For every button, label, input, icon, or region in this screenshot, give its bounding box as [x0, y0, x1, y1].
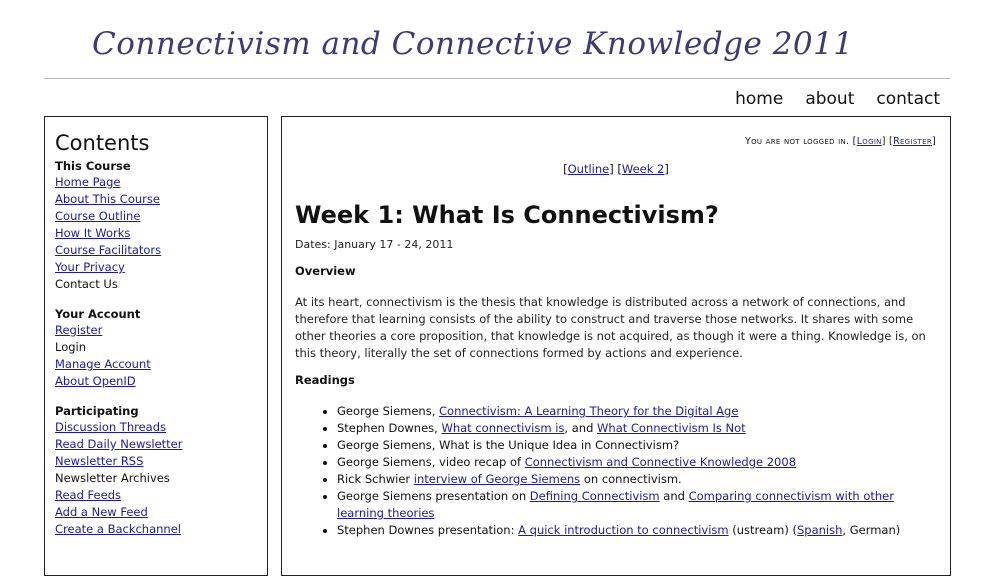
register-link[interactable]: Register: [893, 136, 932, 147]
nav-home-link[interactable]: home: [735, 89, 783, 109]
reading-text: George Siemens, What is the Unique Idea …: [337, 438, 680, 452]
overview-text: At its heart, connectivism is the thesis…: [295, 295, 926, 360]
reading-text: George Siemens presentation on: [337, 489, 530, 503]
sidebar-item-label[interactable]: About This Course: [55, 192, 160, 206]
sidebar-list: Register Login Manage Account About OpenID: [55, 322, 267, 390]
sidebar-item-label[interactable]: Your Privacy: [55, 260, 125, 274]
week-2-link[interactable]: Week 2: [622, 162, 664, 176]
sidebar-item-read-feeds[interactable]: Read Feeds: [55, 487, 267, 504]
sidebar-section-participating: Participating Discussion Threads Read Dail…: [55, 404, 267, 538]
contents-sidebar: Contents This Course Home Page About This …: [44, 116, 268, 576]
sidebar-item-home-page[interactable]: Home Page: [55, 174, 267, 191]
sidebar-item-about-this-course[interactable]: About This Course: [55, 191, 267, 208]
sidebar-item-newsletter-rss[interactable]: Newsletter RSS: [55, 453, 267, 470]
reading-text: George Siemens, video recap of: [337, 455, 525, 469]
reading-text: Stephen Downes presentation:: [337, 523, 519, 537]
reading-text: and: [659, 489, 689, 503]
sidebar-item-label[interactable]: Course Outline: [55, 209, 140, 223]
sidebar-item-course-facilitators[interactable]: Course Facilitators: [55, 242, 267, 259]
nav-about-link[interactable]: about: [805, 89, 854, 109]
sidebar-item-label[interactable]: Read Feeds: [55, 488, 121, 502]
sidebar-item-label: Newsletter Archives: [55, 471, 170, 485]
site-title: Connectivism and Connective Knowledge 20…: [92, 26, 854, 62]
sidebar-item-label[interactable]: About OpenID: [55, 374, 136, 388]
sidebar-item-newsletter-archives: Newsletter Archives: [55, 470, 267, 487]
reading-item: George Siemens, What is the Unique Idea …: [337, 437, 937, 454]
sidebar-item-discussion-threads[interactable]: Discussion Threads: [55, 419, 267, 436]
reading-text: Stephen Downes,: [337, 421, 442, 435]
reading-link[interactable]: A quick introduction to connectivism: [518, 523, 728, 537]
sidebar-item-label: Contact Us: [55, 277, 118, 291]
sidebar-heading: Contents: [55, 131, 150, 155]
reading-item: George Siemens presentation on Defining …: [337, 488, 937, 522]
reading-text: (ustream) (: [728, 523, 797, 537]
sidebar-item-how-it-works[interactable]: How It Works: [55, 225, 267, 242]
reading-item: George Siemens, Connectivism: A Learning…: [337, 403, 937, 420]
top-nav: home about contact: [735, 89, 940, 109]
sidebar-item-label[interactable]: Home Page: [55, 175, 120, 189]
sidebar-item-register[interactable]: Register: [55, 322, 267, 339]
main-content-panel: You are not logged in. [Login] [Register…: [281, 116, 951, 576]
reading-text: , and: [564, 421, 598, 435]
sidebar-item-course-outline[interactable]: Course Outline: [55, 208, 267, 225]
sidebar-item-label[interactable]: Discussion Threads: [55, 420, 166, 434]
sidebar-item-label: Login: [55, 340, 87, 354]
outline-link[interactable]: Outline: [568, 162, 610, 176]
sidebar-item-label[interactable]: Newsletter RSS: [55, 454, 143, 468]
sidebar-section-your-account: Your Account Register Login Manage Account A…: [55, 307, 267, 390]
sidebar-list: Home Page About This Course Course Outline…: [55, 174, 267, 293]
login-status: You are not logged in. [Login] [Register…: [745, 136, 936, 147]
reading-text: on connectivism.: [580, 472, 682, 486]
article-body: Overview At its heart, connectivism is t…: [295, 263, 937, 539]
sidebar-item-create-a-backchannel[interactable]: Create a Backchannel: [55, 521, 267, 538]
nav-contact-link[interactable]: contact: [876, 89, 940, 109]
sidebar-section-this-course: This Course Home Page About This Course Cou…: [55, 159, 267, 293]
sidebar-item-label[interactable]: Create a Backchannel: [55, 522, 181, 536]
sidebar-item-label[interactable]: Read Daily Newsletter: [55, 437, 182, 451]
login-link[interactable]: Login: [857, 136, 882, 147]
sidebar-item-your-privacy[interactable]: Your Privacy: [55, 259, 267, 276]
reading-item: Stephen Downes, What connectivism is, an…: [337, 420, 937, 437]
title-divider: [44, 78, 950, 79]
sidebar-item-label[interactable]: How It Works: [55, 226, 130, 240]
course-dates: Dates: January 17 - 24, 2011: [295, 238, 454, 251]
readings-list: George Siemens, Connectivism: A Learning…: [295, 403, 937, 539]
readings-heading: Readings: [295, 373, 355, 387]
sidebar-section-title: Participating: [55, 404, 139, 418]
reading-text: , German): [842, 523, 901, 537]
sidebar-sections: This Course Home Page About This Course Cou…: [55, 159, 267, 538]
sidebar-section-title: Your Account: [55, 307, 141, 321]
sidebar-list: Discussion Threads Read Daily Newsletter N…: [55, 419, 267, 538]
sidebar-item-manage-account[interactable]: Manage Account: [55, 356, 267, 373]
sidebar-section-title: This Course: [55, 159, 131, 173]
reading-text: Rick Schwier: [337, 472, 414, 486]
page-title: Week 1: What Is Connectivism?: [295, 201, 719, 229]
sidebar-item-about-openid[interactable]: About OpenID: [55, 373, 267, 390]
login-status-text: You are not logged in.: [745, 136, 850, 147]
reading-link[interactable]: Connectivism and Connective Knowledge 20…: [525, 455, 796, 469]
sidebar-item-label[interactable]: Manage Account: [55, 357, 151, 371]
reading-link[interactable]: What connectivism is: [441, 421, 564, 435]
sidebar-item-contact-us: Contact Us: [55, 276, 267, 293]
reading-link[interactable]: Connectivism: A Learning Theory for the …: [439, 404, 738, 418]
sidebar-item-read-daily-newsletter[interactable]: Read Daily Newsletter: [55, 436, 267, 453]
sidebar-item-label[interactable]: Course Facilitators: [55, 243, 161, 257]
sidebar-item-login: Login: [55, 339, 267, 356]
reading-link[interactable]: What Connectivism Is Not: [597, 421, 746, 435]
reading-item: George Siemens, video recap of Connectiv…: [337, 454, 937, 471]
sidebar-item-add-a-new-feed[interactable]: Add a New Feed: [55, 504, 267, 521]
sidebar-item-label[interactable]: Add a New Feed: [55, 505, 148, 519]
reading-link[interactable]: Spanish: [797, 523, 842, 537]
reading-text: George Siemens,: [337, 404, 440, 418]
reading-item: Rick Schwier interview of George Siemens…: [337, 471, 937, 488]
reading-link[interactable]: Defining Connectivism: [530, 489, 660, 503]
reading-link[interactable]: interview of George Siemens: [414, 472, 580, 486]
reading-item: Stephen Downes presentation: A quick int…: [337, 522, 937, 539]
week-navigation: [Outline] [Week 2]: [563, 162, 669, 176]
sidebar-item-label[interactable]: Register: [55, 323, 102, 337]
overview-heading: Overview: [295, 264, 356, 278]
